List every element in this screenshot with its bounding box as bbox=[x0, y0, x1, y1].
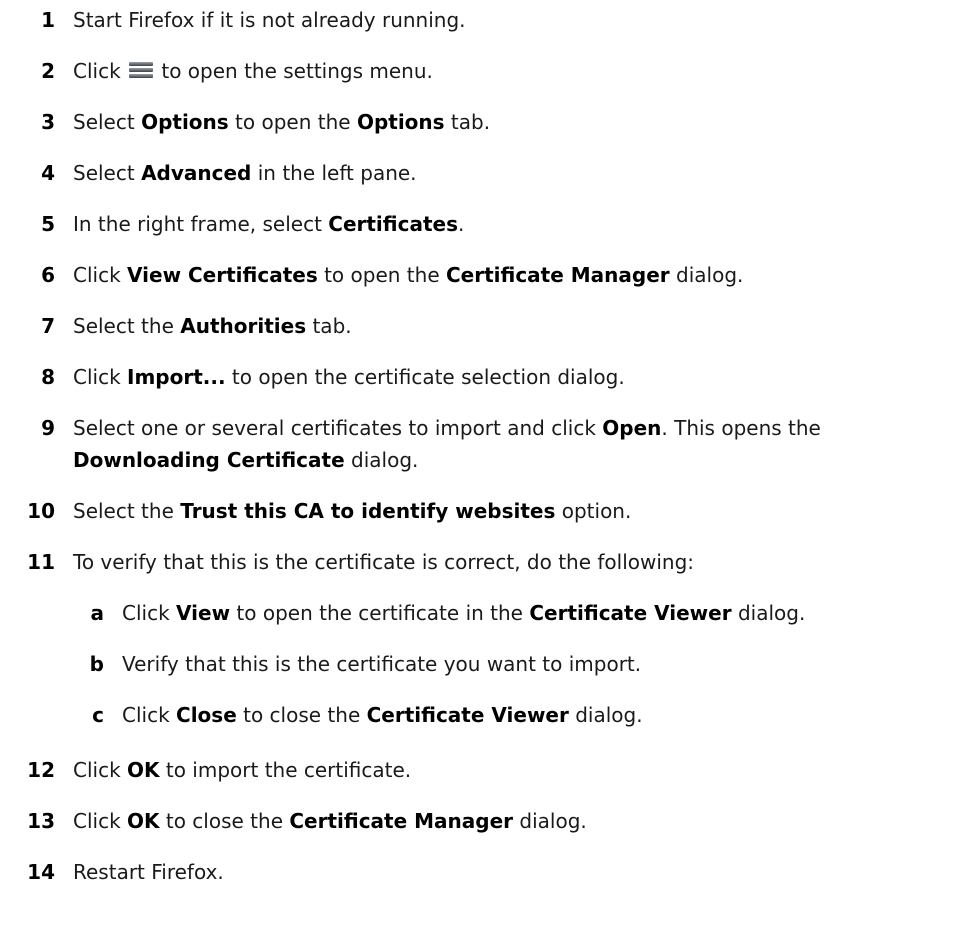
step-text-part: . This opens the bbox=[661, 416, 821, 440]
ui-term: Options bbox=[141, 110, 229, 134]
step-text-part: to close the bbox=[159, 809, 290, 833]
step-text: Start Firefox if it is not already runni… bbox=[73, 6, 973, 34]
step-number: 11 bbox=[27, 550, 55, 574]
step-text-part: Click bbox=[73, 263, 128, 287]
ui-term: Close bbox=[176, 703, 237, 727]
ui-term: Certificates bbox=[328, 212, 458, 236]
step-text-part: to import the certificate. bbox=[159, 758, 412, 782]
step-number: 12 bbox=[27, 758, 55, 782]
step-text-part: to open the certificate in the bbox=[230, 601, 530, 625]
step-text-part: tab. bbox=[306, 314, 352, 338]
ui-term: OK bbox=[127, 809, 160, 833]
step-text: Click Close to close the Certificate Vie… bbox=[122, 701, 978, 729]
step-text-part: Select bbox=[73, 110, 142, 134]
step-text-part: Select one or several certificates to im… bbox=[73, 416, 603, 440]
step-text: To verify that this is the certificate i… bbox=[73, 548, 973, 576]
step-text: Select the Trust this CA to identify web… bbox=[73, 497, 973, 525]
step-text-part: In the right frame, select bbox=[73, 212, 329, 236]
substep-letter: a bbox=[90, 601, 105, 625]
step-text-part: tab. bbox=[444, 110, 491, 134]
ui-term: Authorities bbox=[180, 314, 307, 338]
step-text: Select Options to open the Options tab. bbox=[73, 108, 973, 136]
step-text-part: Select the bbox=[73, 499, 181, 523]
ui-term: Certificate Manager bbox=[289, 809, 514, 833]
step-text-part: Select bbox=[73, 161, 142, 185]
step-number: 10 bbox=[27, 499, 55, 523]
step-text-part: Click bbox=[122, 601, 177, 625]
step-text: Select Advanced in the left pane. bbox=[73, 159, 973, 187]
step-text-part: Select the bbox=[73, 314, 181, 338]
step-text-part: to open the certificate selection dialog… bbox=[225, 365, 625, 389]
step-text-part: dialog. bbox=[513, 809, 587, 833]
ui-term: OK bbox=[127, 758, 160, 782]
ui-term: Certificate Manager bbox=[445, 263, 670, 287]
step-number: 14 bbox=[27, 860, 55, 884]
ui-term: Trust this CA to identify websites bbox=[180, 499, 556, 523]
step-text-part: dialog. bbox=[344, 448, 419, 472]
substep-letter: b bbox=[89, 652, 104, 676]
ui-term: Options bbox=[356, 110, 445, 134]
menu-icon bbox=[129, 62, 154, 79]
step-text: In the right frame, select Certificates. bbox=[73, 210, 973, 238]
step-text-part: Click bbox=[73, 59, 121, 83]
step-text-part: Click bbox=[73, 365, 128, 389]
ui-term: Advanced bbox=[141, 161, 252, 185]
step-number: 9 bbox=[41, 416, 55, 440]
step-text-part: Start Firefox if it is not already runni… bbox=[73, 8, 466, 32]
step-text: Downloading Certificate dialog. bbox=[73, 446, 973, 474]
step-number: 4 bbox=[41, 161, 55, 185]
step-text: Click OK to close the Certificate Manage… bbox=[73, 807, 973, 835]
step-text-part: in the left pane. bbox=[251, 161, 417, 185]
step-text-part: to open the bbox=[228, 110, 357, 134]
step-text: Verify that this is the certificate you … bbox=[122, 650, 978, 678]
step-text-part: . bbox=[458, 212, 465, 236]
step-number: 5 bbox=[41, 212, 55, 236]
ui-term: Certificate Viewer bbox=[366, 703, 569, 727]
step-number: 1 bbox=[41, 8, 55, 32]
substep-letter: c bbox=[92, 703, 104, 727]
step-text: Select the Authorities tab. bbox=[73, 312, 973, 340]
step-text-part: Click bbox=[73, 809, 128, 833]
step-text-part: to open the bbox=[317, 263, 446, 287]
step-text-part: Verify that this is the certificate you … bbox=[122, 652, 642, 676]
ui-term: View Certificates bbox=[127, 263, 318, 287]
ui-term: Import... bbox=[127, 365, 226, 389]
step-number: 2 bbox=[41, 59, 55, 83]
step-text-part: Click bbox=[122, 703, 177, 727]
step-text: Click OK to import the certificate. bbox=[73, 756, 973, 784]
ui-term: Certificate Viewer bbox=[529, 601, 732, 625]
ui-term: View bbox=[176, 601, 231, 625]
step-text-part: Click bbox=[73, 758, 128, 782]
step-text: Restart Firefox. bbox=[73, 858, 973, 886]
step-text-part: dialog. bbox=[731, 601, 806, 625]
step-text: Select one or several certificates to im… bbox=[73, 414, 973, 442]
ui-term: Downloading Certificate bbox=[73, 448, 345, 472]
step-text: Click Import... to open the certificate … bbox=[73, 363, 973, 391]
step-number: 3 bbox=[41, 110, 55, 134]
step-text-part: to close the bbox=[236, 703, 367, 727]
step-text-part: To verify that this is the certificate i… bbox=[73, 550, 695, 574]
step-number: 13 bbox=[27, 809, 55, 833]
step-text-part: Restart Firefox. bbox=[73, 860, 224, 884]
step-text: Click View Certificates to open the Cert… bbox=[73, 261, 973, 289]
step-number: 6 bbox=[41, 263, 55, 287]
step-text: Click View to open the certificate in th… bbox=[122, 599, 978, 627]
ui-term: Open bbox=[602, 416, 662, 440]
step-number: 8 bbox=[41, 365, 55, 389]
step-text-part: to open the settings menu. bbox=[161, 59, 433, 83]
step-text-part: dialog. bbox=[568, 703, 643, 727]
step-text-part: option. bbox=[555, 499, 632, 523]
step-number: 7 bbox=[41, 314, 55, 338]
step-text: Click to open the settings menu. bbox=[73, 57, 973, 85]
step-text-part: dialog. bbox=[669, 263, 744, 287]
